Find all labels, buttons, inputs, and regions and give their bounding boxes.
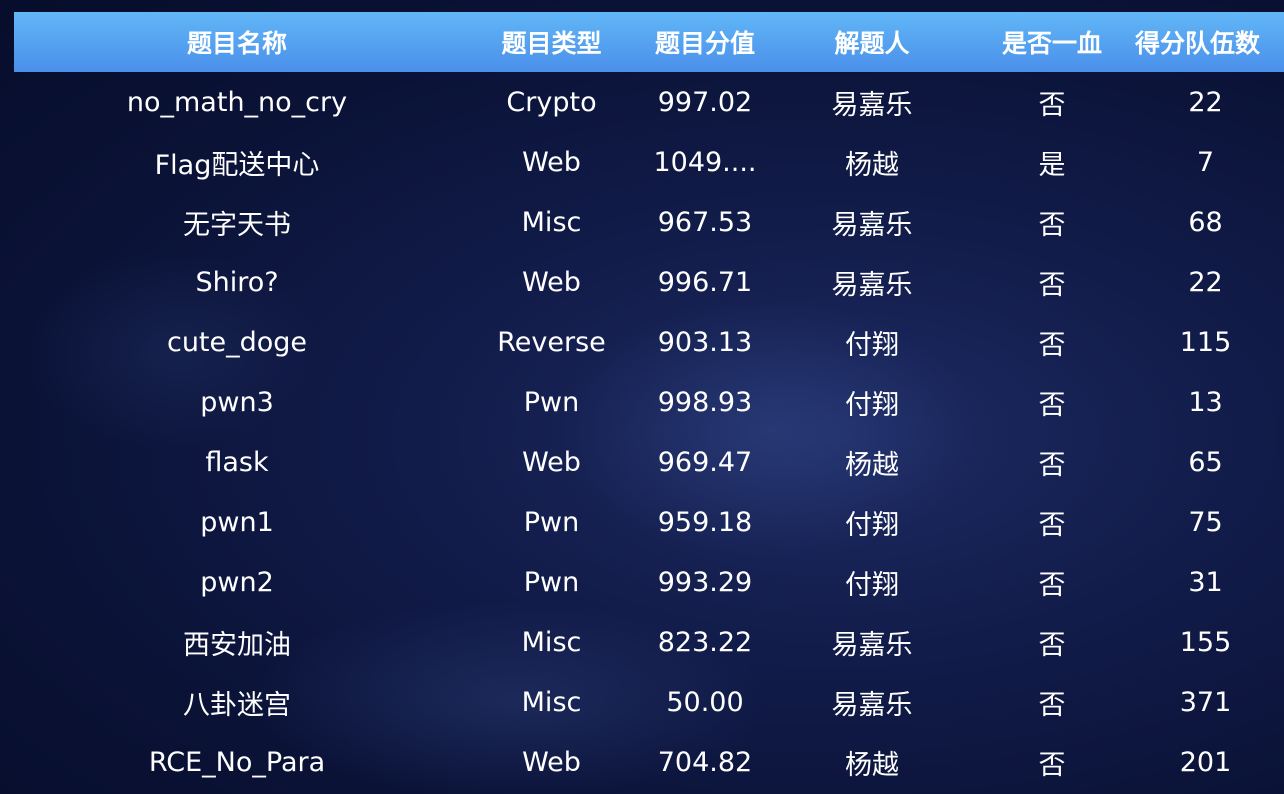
cell-challenge-name: pwn1 xyxy=(200,506,274,538)
cell-solver: 易嘉乐 xyxy=(831,269,913,301)
table-row[interactable]: flask Web 969.47 杨越 否 65 xyxy=(14,432,1284,492)
table-row[interactable]: 无字天书 Misc 967.53 易嘉乐 否 68 xyxy=(14,192,1284,252)
table-header: 题目名称 题目类型 题目分值 解题人 是否一血 得分队伍数 xyxy=(14,12,1284,72)
cell-solver: 付翔 xyxy=(845,509,899,541)
cell-challenge-type: Web xyxy=(522,266,581,298)
cell-challenge-score: 704.82 xyxy=(657,746,753,778)
cell-solver: 付翔 xyxy=(845,569,899,601)
cell-challenge-type: Web xyxy=(522,746,581,778)
cell-challenge-type: Misc xyxy=(521,626,582,658)
cell-first-blood: 否 xyxy=(1038,749,1066,781)
cell-challenge-type: Pwn xyxy=(523,566,580,598)
column-header-challenge-name[interactable]: 题目名称 xyxy=(14,24,460,60)
cell-challenge-name: 八卦迷宫 xyxy=(183,689,291,721)
table-row[interactable]: 八卦迷宫 Misc 50.00 易嘉乐 否 371 xyxy=(14,672,1284,732)
cell-challenge-name: pwn3 xyxy=(200,386,274,418)
column-header-solver[interactable]: 解题人 xyxy=(767,24,977,60)
cell-challenge-type: Crypto xyxy=(506,86,597,118)
cell-solver: 易嘉乐 xyxy=(831,629,913,661)
cell-challenge-score: 969.47 xyxy=(657,446,753,478)
cell-challenge-name: pwn2 xyxy=(200,566,274,598)
cell-solver: 付翔 xyxy=(845,389,899,421)
cell-first-blood: 是 xyxy=(1038,149,1066,181)
table-row[interactable]: Shiro? Web 996.71 易嘉乐 否 22 xyxy=(14,252,1284,312)
cell-challenge-score: 823.22 xyxy=(657,626,753,658)
cell-first-blood: 否 xyxy=(1038,89,1066,121)
cell-solver: 易嘉乐 xyxy=(831,689,913,721)
cell-first-blood: 否 xyxy=(1038,629,1066,661)
cell-challenge-score: 998.93 xyxy=(657,386,753,418)
table-body: no_math_no_cry Crypto 997.02 易嘉乐否 22 Flag配送中心… xyxy=(14,72,1284,792)
table-row[interactable]: pwn1 Pwn 959.18 付翔 否 75 xyxy=(14,492,1284,552)
cell-challenge-name: flask xyxy=(205,446,269,478)
column-header-challenge-type[interactable]: 题目类型 xyxy=(460,24,643,60)
cell-solver: 杨越 xyxy=(845,749,899,781)
cell-first-blood: 否 xyxy=(1038,569,1066,601)
cell-solved-teams: 115 xyxy=(1179,326,1232,358)
cell-first-blood: 否 xyxy=(1038,449,1066,481)
cell-challenge-type: Web xyxy=(522,446,581,478)
cell-first-blood: 否 xyxy=(1038,509,1066,541)
cell-challenge-name: 西安加油 xyxy=(183,629,291,661)
cell-challenge-type: Web xyxy=(522,146,581,178)
cell-first-blood: 否 xyxy=(1038,689,1066,721)
table-row[interactable]: pwn2 Pwn 993.29 付翔 否 31 xyxy=(14,552,1284,612)
cell-solved-teams: 201 xyxy=(1179,746,1232,778)
cell-solved-teams: 22 xyxy=(1188,266,1223,298)
cell-challenge-score: 1049.... xyxy=(653,146,757,178)
cell-challenge-name: 无字天书 xyxy=(183,209,291,241)
cell-challenge-name: RCE_No_Para xyxy=(148,746,326,778)
cell-solver: 杨越 xyxy=(845,149,899,181)
cell-challenge-score: 50.00 xyxy=(666,686,744,718)
cell-challenge-type: Reverse xyxy=(497,326,606,358)
column-header-challenge-score[interactable]: 题目分值 xyxy=(643,24,767,60)
column-header-solved-teams[interactable]: 得分队伍数 xyxy=(1127,24,1284,60)
cell-solver: 易嘉乐 xyxy=(831,89,913,121)
cell-challenge-name: Shiro? xyxy=(195,266,279,298)
cell-challenge-type: Pwn xyxy=(523,386,580,418)
cell-solved-teams: 31 xyxy=(1188,566,1223,598)
cell-solved-teams: 371 xyxy=(1179,686,1232,718)
cell-challenge-score: 903.13 xyxy=(657,326,753,358)
table-row[interactable]: Flag配送中心 Web 1049.... 杨越 是 7 xyxy=(14,132,1284,192)
cell-challenge-score: 959.18 xyxy=(657,506,753,538)
cell-solver: 付翔 xyxy=(845,329,899,361)
cell-challenge-type: Misc xyxy=(521,206,582,238)
cell-solved-teams: 75 xyxy=(1188,506,1223,538)
cell-solved-teams: 13 xyxy=(1188,386,1223,418)
table-row[interactable]: pwn3 Pwn 998.93 付翔 否 13 xyxy=(14,372,1284,432)
cell-challenge-name: no_math_no_cry xyxy=(126,86,348,118)
cell-challenge-score: 967.53 xyxy=(657,206,753,238)
cell-first-blood: 否 xyxy=(1038,269,1066,301)
column-header-first-blood[interactable]: 是否一血 xyxy=(977,24,1127,60)
cell-solver: 杨越 xyxy=(845,449,899,481)
cell-challenge-name: cute_doge xyxy=(166,326,308,358)
cell-challenge-score: 993.29 xyxy=(657,566,753,598)
table-row[interactable]: no_math_no_cry Crypto 997.02 易嘉乐 否 22 xyxy=(14,72,1284,132)
cell-challenge-score: 996.71 xyxy=(657,266,753,298)
cell-first-blood: 否 xyxy=(1038,329,1066,361)
cell-solved-teams: 65 xyxy=(1188,446,1223,478)
cell-solved-teams: 7 xyxy=(1196,146,1215,178)
table-row[interactable]: RCE_No_Para Web 704.82 杨越 否 201 xyxy=(14,732,1284,792)
cell-first-blood: 否 xyxy=(1038,209,1066,241)
cell-first-blood: 否 xyxy=(1038,389,1066,421)
cell-challenge-type: Misc xyxy=(521,686,582,718)
cell-solver: 易嘉乐 xyxy=(831,209,913,241)
cell-challenge-score: 997.02 xyxy=(657,86,753,118)
cell-challenge-type: Pwn xyxy=(523,506,580,538)
cell-challenge-name: Flag配送中心 xyxy=(154,149,320,181)
table-row[interactable]: cute_doge Reverse 903.13 付翔 否 115 xyxy=(14,312,1284,372)
cell-solved-teams: 155 xyxy=(1179,626,1232,658)
challenge-table: 题目名称 题目类型 题目分值 解题人 是否一血 得分队伍数 no_math_no… xyxy=(14,12,1284,792)
cell-solved-teams: 68 xyxy=(1188,206,1223,238)
table-row[interactable]: 西安加油 Misc 823.22 易嘉乐 否 155 xyxy=(14,612,1284,672)
cell-solved-teams: 22 xyxy=(1188,86,1223,118)
